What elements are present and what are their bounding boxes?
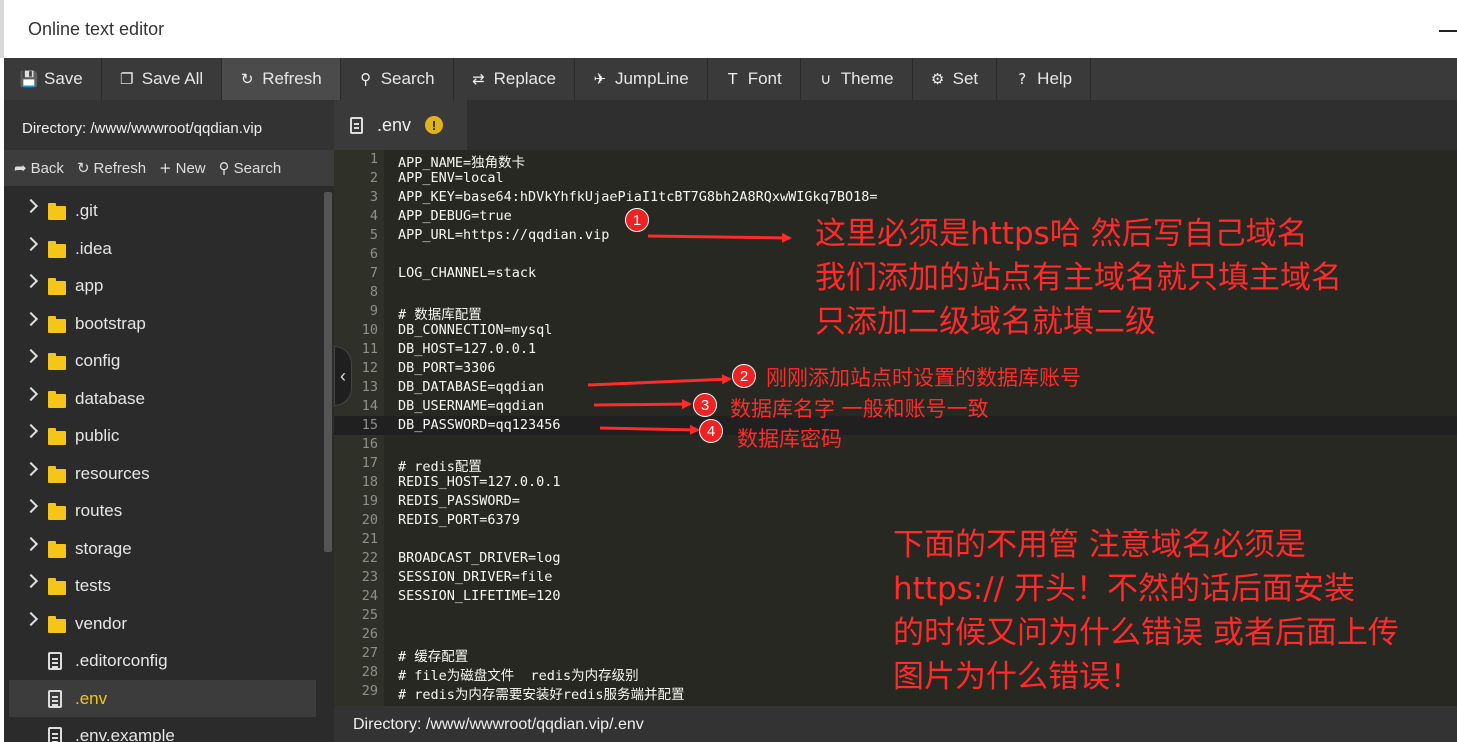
note-line: 的时候又问为什么错误 或者后面上传: [893, 615, 1399, 651]
note-db-account: 刚刚添加站点时设置的数据库账号: [766, 366, 1081, 390]
note-line: 只添加二级域名就填二级: [815, 304, 1156, 340]
arrow-4: [599, 424, 700, 435]
note-https-domain: 这里必须是https哈 然后写自己域名 我们添加的站点有主域名就只填主域名 只添…: [815, 212, 1342, 344]
note-line: 图片为什么错误！: [893, 659, 1141, 695]
arrow-2: [587, 374, 732, 387]
note-db-name: 数据库名字 一般和账号一致: [730, 397, 989, 421]
note-warning: 下面的不用管 注意域名必须是 https:// 开头！不然的话后面安装 的时候又…: [893, 523, 1399, 699]
badge-3: 3: [693, 393, 717, 417]
note-line: 我们添加的站点有主域名就只填主域名: [815, 260, 1342, 296]
badge-2: 2: [732, 364, 756, 388]
badge-4: 4: [699, 419, 723, 443]
note-line: https:// 开头！不然的话后面安装: [893, 571, 1355, 607]
note-line: 这里必须是https哈 然后写自己域名: [815, 216, 1308, 252]
note-db-password: 数据库密码: [737, 427, 842, 451]
badge-1: 1: [625, 208, 649, 232]
arrow-1: [647, 232, 792, 243]
arrow-3: [593, 399, 692, 410]
note-line: 下面的不用管 注意域名必须是: [893, 527, 1306, 563]
